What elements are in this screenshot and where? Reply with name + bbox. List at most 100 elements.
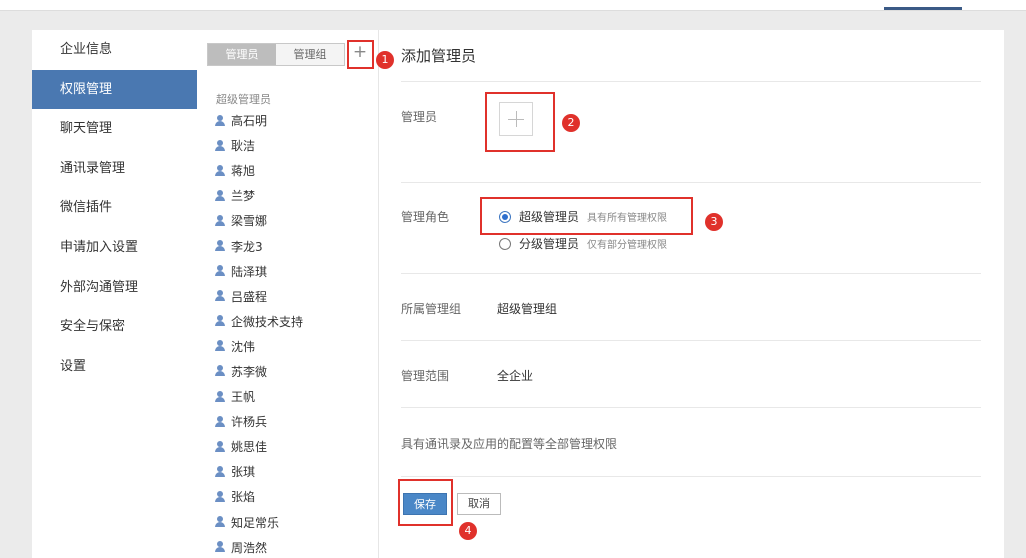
highlight-box-admin (485, 92, 555, 152)
admin-name: 吕盛程 (231, 289, 268, 304)
list-item[interactable]: 兰梦 (214, 183, 374, 208)
person-icon (214, 415, 228, 428)
admin-list: 高石明 耿洁 蒋旭 兰梦 梁雪娜 李龙3 陆泽琪 吕盛程 企微技术支持 沈伟 苏… (214, 108, 374, 558)
list-item[interactable]: 许杨兵 (214, 409, 374, 434)
admin-name: 蒋旭 (231, 164, 256, 179)
sidebar-item-wechat-plugin[interactable]: 微信插件 (32, 188, 197, 228)
list-item[interactable]: 姚思佳 (214, 434, 374, 459)
list-item[interactable]: 张琪 (214, 459, 374, 484)
scope-field-value: 全企业 (497, 369, 534, 383)
list-item[interactable]: 陆泽琪 (214, 259, 374, 284)
divider (401, 182, 981, 183)
admin-name: 张焰 (231, 490, 256, 505)
admin-name: 陆泽琪 (231, 264, 268, 279)
list-item[interactable]: 张焰 (214, 484, 374, 509)
divider (401, 407, 981, 408)
step-badge-2: 2 (562, 114, 580, 132)
divider (401, 81, 981, 82)
list-item[interactable]: 蒋旭 (214, 158, 374, 183)
sidebar-item-settings[interactable]: 设置 (32, 347, 197, 387)
step-badge-4: 4 (459, 522, 477, 540)
divider (401, 476, 981, 477)
person-icon (214, 315, 228, 327)
list-item[interactable]: 苏李微 (214, 359, 374, 384)
admin-tabs: 管理员 管理组 (207, 43, 345, 66)
group-field-label: 所属管理组 (401, 302, 462, 316)
role-option-sub-admin[interactable]: 分级管理员 仅有部分管理权限 (499, 235, 667, 252)
person-icon (214, 164, 228, 177)
person-icon (214, 516, 228, 528)
sidebar-item-contacts-management[interactable]: 通讯录管理 (32, 149, 197, 189)
person-icon (214, 189, 228, 202)
admin-name: 苏李微 (231, 364, 268, 379)
tab-admins[interactable]: 管理员 (208, 44, 276, 65)
role-option-label: 分级管理员 (519, 237, 580, 251)
list-item[interactable]: 李龙3 (214, 233, 374, 258)
sidebar-item-external-communication[interactable]: 外部沟通管理 (32, 268, 197, 308)
person-icon (214, 490, 228, 503)
role-description: 具有通讯录及应用的配置等全部管理权限 (401, 437, 618, 451)
admin-name: 企微技术支持 (231, 314, 304, 329)
admin-name: 耿洁 (231, 139, 256, 154)
step-badge-1: 1 (376, 51, 394, 69)
list-item[interactable]: 高石明 (214, 108, 374, 133)
top-bar (0, 0, 1026, 11)
divider (401, 340, 981, 341)
admin-group-title: 超级管理员 (216, 93, 271, 106)
role-option-desc: 仅有部分管理权限 (587, 240, 668, 251)
person-icon (214, 465, 228, 478)
admin-name: 高石明 (231, 114, 268, 129)
list-item[interactable]: 沈伟 (214, 334, 374, 359)
person-icon (214, 390, 228, 403)
highlight-box-add (347, 40, 374, 69)
add-admin-form: 添加管理员 管理员 管理角色 超级管理员 具有所有管理权限 分级管理员 仅有部分… (379, 30, 1004, 558)
highlight-box-save (398, 479, 453, 526)
person-icon (214, 240, 228, 252)
list-item[interactable]: 吕盛程 (214, 284, 374, 309)
scope-field-label: 管理范围 (401, 369, 450, 383)
admin-name: 姚思佳 (231, 440, 268, 455)
sidebar-item-permission-management[interactable]: 权限管理 (32, 69, 197, 110)
person-icon (214, 440, 228, 453)
person-icon (214, 541, 228, 553)
admin-field-label: 管理员 (401, 110, 438, 124)
sidebar-item-join-settings[interactable]: 申请加入设置 (32, 228, 197, 268)
list-item[interactable]: 梁雪娜 (214, 208, 374, 233)
admin-list-panel: 管理员 管理组 + 超级管理员 高石明 耿洁 蒋旭 兰梦 梁雪娜 李龙3 陆泽琪… (197, 30, 379, 558)
admin-name: 知足常乐 (231, 515, 280, 530)
top-tab-indicator (884, 7, 962, 10)
step-badge-3: 3 (705, 213, 723, 231)
sidebar-item-company-info[interactable]: 企业信息 (32, 30, 197, 70)
person-icon (214, 114, 228, 127)
admin-name: 周浩然 (231, 540, 268, 555)
admin-name: 兰梦 (231, 189, 256, 204)
sidebar-item-security[interactable]: 安全与保密 (32, 307, 197, 347)
page-title: 添加管理员 (401, 47, 477, 65)
person-icon (214, 214, 228, 227)
list-item[interactable]: 企微技术支持 (214, 309, 374, 334)
group-field-value: 超级管理组 (497, 302, 558, 316)
person-icon (214, 139, 228, 152)
list-item[interactable]: 周浩然 (214, 535, 374, 558)
sidebar-item-chat-management[interactable]: 聊天管理 (32, 109, 197, 149)
highlight-box-role (480, 197, 693, 235)
role-field-label: 管理角色 (401, 210, 450, 224)
admin-name: 张琪 (231, 465, 256, 480)
person-icon (214, 365, 228, 377)
settings-sidebar: 企业信息 权限管理 聊天管理 通讯录管理 微信插件 申请加入设置 外部沟通管理 … (32, 30, 197, 558)
admin-name: 王帆 (231, 390, 256, 405)
person-icon (214, 290, 228, 302)
cancel-button[interactable]: 取消 (457, 493, 501, 515)
admin-name: 沈伟 (231, 339, 256, 354)
admin-name: 李龙3 (231, 239, 263, 254)
radio-button[interactable] (499, 237, 511, 250)
list-item[interactable]: 耿洁 (214, 133, 374, 158)
list-item[interactable]: 知足常乐 (214, 510, 374, 535)
admin-name: 梁雪娜 (231, 214, 268, 229)
tab-admin-groups[interactable]: 管理组 (276, 44, 344, 65)
person-icon (214, 265, 228, 277)
list-item[interactable]: 王帆 (214, 384, 374, 409)
admin-name: 许杨兵 (231, 415, 268, 430)
person-icon (214, 340, 228, 352)
divider (401, 273, 981, 274)
